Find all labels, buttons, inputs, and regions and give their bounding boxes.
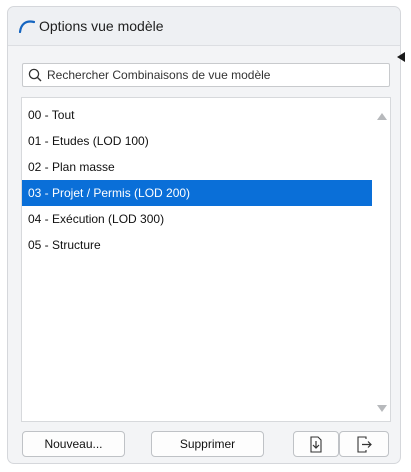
panel-title: Options vue modèle [39,18,164,34]
scroll-down-arrow-icon[interactable] [377,405,387,412]
arch-icon [19,20,35,33]
list-item[interactable]: 05 - Structure [22,232,372,258]
search-icon [28,68,42,82]
export-icon [357,436,372,453]
model-view-list[interactable]: 00 - Tout 01 - Etudes (LOD 100) 02 - Pla… [21,97,391,422]
list-item[interactable]: 00 - Tout [22,102,372,128]
export-button[interactable] [339,431,389,457]
search-placeholder: Rechercher Combinaisons de vue modèle [47,68,271,82]
import-button[interactable] [293,431,339,457]
delete-button[interactable]: Supprimer [151,431,264,457]
search-input[interactable]: Rechercher Combinaisons de vue modèle [22,63,390,87]
panel-header: Options vue modèle [8,7,400,46]
list-item[interactable]: 01 - Etudes (LOD 100) [22,128,372,154]
list-item[interactable]: 02 - Plan masse [22,154,372,180]
model-view-options-panel: Options vue modèle Rechercher Combinaiso… [7,6,401,464]
list-item-selected[interactable]: 03 - Projet / Permis (LOD 200) [22,180,372,206]
scroll-up-arrow-icon[interactable] [377,113,387,120]
new-button[interactable]: Nouveau... [22,431,125,457]
list-item[interactable]: 04 - Exécution (LOD 300) [22,206,372,232]
import-icon [310,436,322,453]
triangle-left-icon[interactable] [397,52,405,62]
